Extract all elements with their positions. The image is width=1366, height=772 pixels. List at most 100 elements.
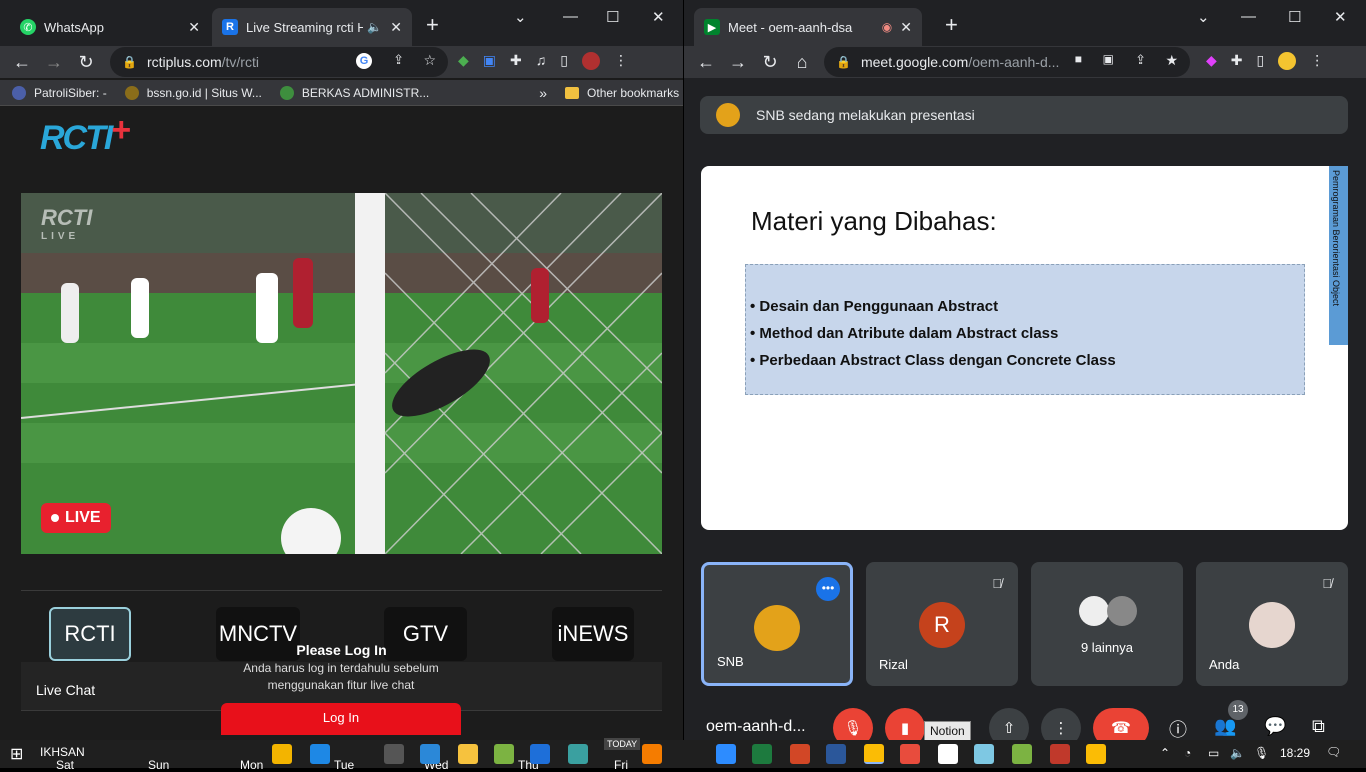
clock[interactable]: 18:29 <box>1280 746 1310 760</box>
camera-toggle-button[interactable]: ▮ <box>885 708 925 740</box>
close-window-button[interactable]: ✕ <box>652 8 665 26</box>
tab-search-icon[interactable]: ⌄ <box>514 8 527 26</box>
participant-tile-you[interactable]: 🎙̸ Anda <box>1196 562 1348 686</box>
participant-avatar: R <box>919 602 965 648</box>
live-badge: LIVE <box>41 503 111 533</box>
participant-tile-snb[interactable]: ••• SNB <box>701 562 853 686</box>
back-icon[interactable]: ← <box>690 52 722 73</box>
app-icon[interactable] <box>1012 744 1032 764</box>
tab-title: WhatsApp <box>44 19 104 35</box>
sidepanel-icon[interactable]: ▯ <box>560 52 568 70</box>
reload-icon[interactable]: ↻ <box>70 52 102 73</box>
reload-icon[interactable]: ↻ <box>754 52 786 73</box>
more-options-button[interactable]: ⋮ <box>1041 708 1081 740</box>
back-icon[interactable]: ← <box>6 52 38 73</box>
store-icon[interactable] <box>272 744 292 764</box>
end-call-button[interactable]: ☎ <box>1093 708 1149 740</box>
app-icon[interactable] <box>494 744 514 764</box>
tab-meet[interactable]: ▶ Meet - oem-aanh-dsa ◉ ✕ <box>694 8 922 46</box>
forward-icon[interactable]: → <box>38 52 70 73</box>
volume-icon[interactable]: 🔈 <box>1230 746 1245 760</box>
profile-icon[interactable] <box>1278 52 1297 70</box>
microphone-icon[interactable]: 🎙 <box>1254 746 1269 760</box>
puzzle-icon[interactable]: ✚ <box>1231 52 1243 70</box>
maximize-button[interactable]: ☐ <box>606 8 619 26</box>
chrome-icon[interactable] <box>1086 744 1106 764</box>
bookmark-item[interactable]: PatroliSiber: - <box>12 85 107 100</box>
puzzle-icon[interactable]: ✚ <box>510 52 522 70</box>
more-bookmarks-icon[interactable]: » <box>539 85 547 101</box>
participant-tile-others[interactable]: 9 lainnya <box>1031 562 1183 686</box>
media-icon[interactable]: ♫ <box>536 52 547 70</box>
app-icon[interactable] <box>1050 744 1070 764</box>
google-icon[interactable]: G <box>356 53 372 69</box>
close-tab-icon[interactable]: ✕ <box>390 19 402 36</box>
sidepanel-icon[interactable]: ▯ <box>1257 52 1265 70</box>
notification-icon[interactable]: 🗨 <box>1326 745 1341 759</box>
windows-start-icon[interactable]: ⊞ <box>10 744 23 764</box>
present-button[interactable]: ⇧ <box>989 708 1029 740</box>
login-button[interactable]: Log In <box>221 703 461 735</box>
chat-icon[interactable]: 💬 <box>1264 716 1286 737</box>
star-icon[interactable]: ★ <box>1165 52 1178 69</box>
bookmark-item[interactable]: bssn.go.id | Situs W... <box>124 85 262 100</box>
new-tab-button[interactable]: + <box>426 14 439 36</box>
close-window-button[interactable]: ✕ <box>1334 8 1347 26</box>
translate-icon[interactable]: ▣ <box>483 52 496 70</box>
terminal-icon[interactable] <box>384 744 404 764</box>
speaker-icon[interactable]: 🔈 <box>367 20 382 34</box>
bookmark-label: bssn.go.id | Situs W... <box>146 85 262 100</box>
close-tab-icon[interactable]: ✕ <box>900 19 912 36</box>
share-icon[interactable]: ⇪ <box>1135 52 1146 68</box>
calculator-icon[interactable] <box>420 744 440 764</box>
slide-title: Materi yang Dibahas: <box>751 206 997 236</box>
battery-icon[interactable]: ▭ <box>1208 746 1219 760</box>
star-icon[interactable]: ☆ <box>423 52 436 69</box>
notion-icon[interactable] <box>938 744 958 764</box>
home-icon[interactable]: ⌂ <box>786 52 818 73</box>
wifi-icon[interactable]: ◔ <box>1184 746 1191 760</box>
share-icon[interactable]: ⇪ <box>393 52 404 68</box>
chrome-icon[interactable] <box>864 744 884 764</box>
video-player[interactable]: RCTI LIVE LIVE <box>21 193 662 554</box>
menu-icon[interactable]: ⋮ <box>1310 52 1324 70</box>
figma-icon[interactable] <box>900 744 920 764</box>
notepad-icon[interactable] <box>974 744 994 764</box>
powerpoint-icon[interactable] <box>790 744 810 764</box>
address-bar[interactable]: 🔒 rctiplus.com /tv/rcti G ⇪ ☆ <box>110 47 448 77</box>
vscode-icon[interactable] <box>530 744 550 764</box>
camera-icon[interactable]: ■ <box>1075 52 1082 66</box>
extension-icon[interactable]: ◆ <box>458 52 469 70</box>
new-tab-button[interactable]: + <box>945 14 958 36</box>
close-tab-icon[interactable]: ✕ <box>188 19 200 36</box>
bookmark-item[interactable]: BERKAS ADMINISTR... <box>279 85 429 100</box>
mic-toggle-button[interactable]: 🎙 <box>833 708 873 740</box>
minimize-button[interactable]: — <box>1241 8 1256 25</box>
word-icon[interactable] <box>826 744 846 764</box>
translate-icon[interactable]: ▣ <box>1103 52 1114 66</box>
profile-icon[interactable] <box>581 52 600 70</box>
tab-whatsapp[interactable]: ✆ WhatsApp ✕ <box>10 8 210 46</box>
minimize-button[interactable]: — <box>563 8 578 25</box>
mail-icon[interactable] <box>310 744 330 764</box>
tray-chevron-icon[interactable]: ⌃ <box>1160 746 1170 760</box>
menu-icon[interactable]: ⋮ <box>614 52 628 70</box>
tab-search-icon[interactable]: ⌄ <box>1197 8 1210 26</box>
info-icon[interactable]: ⓘ <box>1169 716 1187 740</box>
file-explorer-icon[interactable] <box>458 744 478 764</box>
whatsapp-icon: ✆ <box>20 19 36 35</box>
excel-icon[interactable] <box>752 744 772 764</box>
tab-rcti[interactable]: R Live Streaming rcti Ha 🔈 ✕ <box>212 8 412 46</box>
color-picker-icon[interactable]: ◆ <box>1206 52 1217 70</box>
more-options-icon[interactable]: ••• <box>816 577 840 601</box>
address-bar[interactable]: 🔒 meet.google.com /oem-aanh-d... ■ ▣ ⇪ ★ <box>824 47 1190 77</box>
app-icon[interactable] <box>642 744 662 764</box>
bookmark-folder[interactable]: Other bookmarks <box>565 86 679 100</box>
participant-tile-rizal[interactable]: 🎙̸ R Rizal <box>866 562 1018 686</box>
forward-icon[interactable]: → <box>722 52 754 73</box>
app-icon[interactable] <box>568 744 588 764</box>
activities-icon[interactable]: ⧉ <box>1312 716 1325 737</box>
maximize-button[interactable]: ☐ <box>1288 8 1301 26</box>
rcti-logo[interactable]: RCTI+ <box>40 111 131 158</box>
zoom-icon[interactable] <box>716 744 736 764</box>
